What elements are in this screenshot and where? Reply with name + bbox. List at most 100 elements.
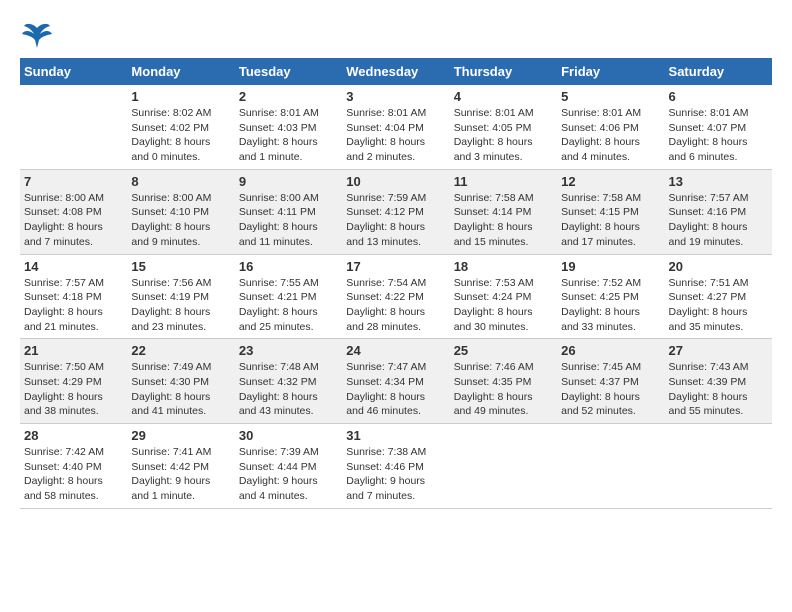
- day-info: Sunrise: 8:01 AM Sunset: 4:06 PM Dayligh…: [561, 106, 660, 165]
- day-info: Sunrise: 7:59 AM Sunset: 4:12 PM Dayligh…: [346, 191, 445, 250]
- calendar-day-cell: [665, 424, 772, 509]
- day-number: 18: [454, 259, 553, 274]
- day-number: 13: [669, 174, 768, 189]
- calendar-day-cell: 8Sunrise: 8:00 AM Sunset: 4:10 PM Daylig…: [127, 169, 234, 254]
- day-number: 23: [239, 343, 338, 358]
- day-number: 30: [239, 428, 338, 443]
- calendar-day-cell: 27 Sunrise: 7:43 AM Sunset: 4:39 PM Dayli…: [665, 339, 772, 424]
- page-header: [20, 20, 772, 48]
- day-info: Sunrise: 7:58 AM Sunset: 4:15 PM Dayligh…: [561, 191, 660, 250]
- calendar-day-cell: 17 Sunrise: 7:54 AM Sunset: 4:22 PM Dayli…: [342, 254, 449, 339]
- calendar-day-cell: 31 Sunrise: 7:38 AM Sunset: 4:46 PM Dayli…: [342, 424, 449, 509]
- day-info: Sunrise: 7:57 AM Sunset: 4:16 PM Dayligh…: [669, 191, 768, 250]
- day-info: Sunrise: 7:57 AM Sunset: 4:18 PM Dayligh…: [24, 276, 123, 335]
- calendar-day-cell: 26 Sunrise: 7:45 AM Sunset: 4:37 PM Dayli…: [557, 339, 664, 424]
- col-header-wednesday: Wednesday: [342, 58, 449, 85]
- calendar-week-row: 21 Sunrise: 7:50 AM Sunset: 4:29 PM Dayli…: [20, 339, 772, 424]
- day-number: 31: [346, 428, 445, 443]
- calendar-day-cell: 30Sunrise: 7:39 AM Sunset: 4:44 PM Dayli…: [235, 424, 342, 509]
- calendar-day-cell: 5 Sunrise: 8:01 AM Sunset: 4:06 PM Daylig…: [557, 85, 664, 169]
- day-number: 27: [669, 343, 768, 358]
- day-number: 19: [561, 259, 660, 274]
- day-info: Sunrise: 8:01 AM Sunset: 4:07 PM Dayligh…: [669, 106, 768, 165]
- day-info: Sunrise: 7:58 AM Sunset: 4:14 PM Dayligh…: [454, 191, 553, 250]
- calendar-day-cell: [450, 424, 557, 509]
- day-info: Sunrise: 7:54 AM Sunset: 4:22 PM Dayligh…: [346, 276, 445, 335]
- day-number: 5: [561, 89, 660, 104]
- day-number: 24: [346, 343, 445, 358]
- day-info: Sunrise: 7:49 AM Sunset: 4:30 PM Dayligh…: [131, 360, 230, 419]
- day-info: Sunrise: 8:00 AM Sunset: 4:11 PM Dayligh…: [239, 191, 338, 250]
- calendar-day-cell: 20 Sunrise: 7:51 AM Sunset: 4:27 PM Dayli…: [665, 254, 772, 339]
- day-info: Sunrise: 7:53 AM Sunset: 4:24 PM Dayligh…: [454, 276, 553, 335]
- col-header-saturday: Saturday: [665, 58, 772, 85]
- calendar-day-cell: 4Sunrise: 8:01 AM Sunset: 4:05 PM Daylig…: [450, 85, 557, 169]
- calendar-day-cell: 7 Sunrise: 8:00 AM Sunset: 4:08 PM Daylig…: [20, 169, 127, 254]
- calendar-day-cell: 15 Sunrise: 7:56 AM Sunset: 4:19 PM Dayli…: [127, 254, 234, 339]
- day-number: 20: [669, 259, 768, 274]
- calendar-week-row: 7 Sunrise: 8:00 AM Sunset: 4:08 PM Daylig…: [20, 169, 772, 254]
- day-number: 22: [131, 343, 230, 358]
- day-info: Sunrise: 8:00 AM Sunset: 4:10 PM Dayligh…: [131, 191, 230, 250]
- calendar-day-cell: 24Sunrise: 7:47 AM Sunset: 4:34 PM Dayli…: [342, 339, 449, 424]
- col-header-friday: Friday: [557, 58, 664, 85]
- day-info: Sunrise: 7:48 AM Sunset: 4:32 PM Dayligh…: [239, 360, 338, 419]
- logo: [20, 20, 52, 48]
- day-info: Sunrise: 7:41 AM Sunset: 4:42 PM Dayligh…: [131, 445, 230, 504]
- day-info: Sunrise: 7:38 AM Sunset: 4:46 PM Dayligh…: [346, 445, 445, 504]
- calendar-day-cell: 13 Sunrise: 7:57 AM Sunset: 4:16 PM Dayli…: [665, 169, 772, 254]
- col-header-tuesday: Tuesday: [235, 58, 342, 85]
- day-number: 14: [24, 259, 123, 274]
- day-number: 1: [131, 89, 230, 104]
- calendar-day-cell: 1Sunrise: 8:02 AM Sunset: 4:02 PM Daylig…: [127, 85, 234, 169]
- calendar-day-cell: 11 Sunrise: 7:58 AM Sunset: 4:14 PM Dayli…: [450, 169, 557, 254]
- calendar-day-cell: 14 Sunrise: 7:57 AM Sunset: 4:18 PM Dayli…: [20, 254, 127, 339]
- day-number: 26: [561, 343, 660, 358]
- calendar-day-cell: 19 Sunrise: 7:52 AM Sunset: 4:25 PM Dayli…: [557, 254, 664, 339]
- day-number: 6: [669, 89, 768, 104]
- calendar-day-cell: 16Sunrise: 7:55 AM Sunset: 4:21 PM Dayli…: [235, 254, 342, 339]
- calendar-day-cell: 22 Sunrise: 7:49 AM Sunset: 4:30 PM Dayli…: [127, 339, 234, 424]
- day-number: 10: [346, 174, 445, 189]
- day-number: 15: [131, 259, 230, 274]
- calendar-day-cell: 2Sunrise: 8:01 AM Sunset: 4:03 PM Daylig…: [235, 85, 342, 169]
- calendar-day-cell: [20, 85, 127, 169]
- calendar-table: SundayMondayTuesdayWednesdayThursdayFrid…: [20, 58, 772, 509]
- day-number: 3: [346, 89, 445, 104]
- calendar-week-row: 28 Sunrise: 7:42 AM Sunset: 4:40 PM Dayli…: [20, 424, 772, 509]
- calendar-day-cell: 9 Sunrise: 8:00 AM Sunset: 4:11 PM Daylig…: [235, 169, 342, 254]
- calendar-day-cell: 6 Sunrise: 8:01 AM Sunset: 4:07 PM Daylig…: [665, 85, 772, 169]
- calendar-week-row: 14 Sunrise: 7:57 AM Sunset: 4:18 PM Dayli…: [20, 254, 772, 339]
- day-info: Sunrise: 8:00 AM Sunset: 4:08 PM Dayligh…: [24, 191, 123, 250]
- day-info: Sunrise: 7:56 AM Sunset: 4:19 PM Dayligh…: [131, 276, 230, 335]
- day-number: 28: [24, 428, 123, 443]
- day-info: Sunrise: 8:01 AM Sunset: 4:03 PM Dayligh…: [239, 106, 338, 165]
- calendar-day-cell: 21 Sunrise: 7:50 AM Sunset: 4:29 PM Dayli…: [20, 339, 127, 424]
- day-info: Sunrise: 7:42 AM Sunset: 4:40 PM Dayligh…: [24, 445, 123, 504]
- calendar-day-cell: 25 Sunrise: 7:46 AM Sunset: 4:35 PM Dayli…: [450, 339, 557, 424]
- day-number: 16: [239, 259, 338, 274]
- day-number: 21: [24, 343, 123, 358]
- calendar-day-cell: 18 Sunrise: 7:53 AM Sunset: 4:24 PM Dayli…: [450, 254, 557, 339]
- calendar-week-row: 1Sunrise: 8:02 AM Sunset: 4:02 PM Daylig…: [20, 85, 772, 169]
- day-number: 12: [561, 174, 660, 189]
- col-header-sunday: Sunday: [20, 58, 127, 85]
- day-info: Sunrise: 7:52 AM Sunset: 4:25 PM Dayligh…: [561, 276, 660, 335]
- calendar-header-row: SundayMondayTuesdayWednesdayThursdayFrid…: [20, 58, 772, 85]
- calendar-day-cell: 3Sunrise: 8:01 AM Sunset: 4:04 PM Daylig…: [342, 85, 449, 169]
- day-number: 7: [24, 174, 123, 189]
- calendar-day-cell: 28 Sunrise: 7:42 AM Sunset: 4:40 PM Dayli…: [20, 424, 127, 509]
- day-number: 11: [454, 174, 553, 189]
- logo-bird-icon: [22, 20, 52, 48]
- calendar-day-cell: 10 Sunrise: 7:59 AM Sunset: 4:12 PM Dayli…: [342, 169, 449, 254]
- day-info: Sunrise: 7:43 AM Sunset: 4:39 PM Dayligh…: [669, 360, 768, 419]
- day-number: 17: [346, 259, 445, 274]
- day-number: 25: [454, 343, 553, 358]
- day-number: 9: [239, 174, 338, 189]
- day-info: Sunrise: 7:50 AM Sunset: 4:29 PM Dayligh…: [24, 360, 123, 419]
- day-info: Sunrise: 7:45 AM Sunset: 4:37 PM Dayligh…: [561, 360, 660, 419]
- day-info: Sunrise: 7:51 AM Sunset: 4:27 PM Dayligh…: [669, 276, 768, 335]
- day-info: Sunrise: 7:46 AM Sunset: 4:35 PM Dayligh…: [454, 360, 553, 419]
- col-header-thursday: Thursday: [450, 58, 557, 85]
- calendar-day-cell: 29Sunrise: 7:41 AM Sunset: 4:42 PM Dayli…: [127, 424, 234, 509]
